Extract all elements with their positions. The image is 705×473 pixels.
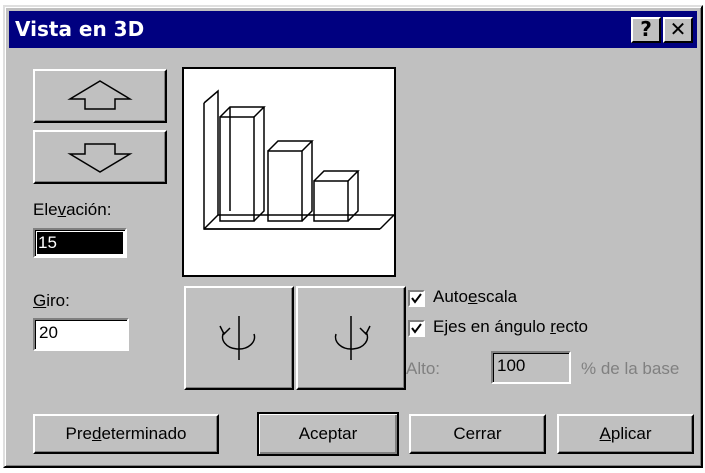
right-angle-axes-label: Ejes en ángulo recto [433,317,589,336]
height-label: Alto: [406,359,441,378]
elevation-value: 15 [37,233,58,253]
checkmark-icon [411,323,422,334]
right-angle-axes-checkbox[interactable] [408,320,425,337]
checkmark-icon [411,293,422,304]
dialog-title: Vista en 3D [15,17,145,41]
3d-chart-preview-illustration [203,89,394,230]
rotation-field[interactable]: 20 [33,318,129,351]
elevation-up-button[interactable] [33,69,167,123]
arrow-up-icon [67,80,133,110]
autoscale-label: Autoescala [433,287,518,306]
help-icon: ? [640,17,652,41]
title-bar: Vista en 3D ? ✕ [9,11,697,48]
chart-preview [182,67,396,277]
help-button[interactable]: ? [631,17,661,43]
autoscale-checkbox[interactable] [408,290,425,307]
ok-button-label: Aceptar [298,424,358,443]
dialog-window: Vista en 3D ? ✕ Elevación: 15 Giro: 20 A… [3,5,703,468]
rotation-label: Giro: [33,291,70,310]
close-button-label: Cerrar [453,424,502,443]
close-icon: ✕ [669,17,687,41]
rotate-right-icon [334,316,371,360]
rotate-right-button[interactable] [296,286,406,390]
height-unit-label: % de la base [581,359,680,378]
rotate-left-icon [219,316,256,360]
height-value: 100 [497,356,526,375]
rotation-value: 20 [39,323,58,342]
rotate-left-button[interactable] [184,286,294,390]
apply-button-label: Aplicar [599,424,652,443]
arrow-down-icon [67,143,133,173]
elevation-label: Elevación: [33,200,112,219]
close-window-button[interactable]: ✕ [663,17,693,43]
default-button[interactable]: Predeterminado [33,414,219,454]
elevation-down-button[interactable] [33,130,167,184]
elevation-field[interactable]: 15 [33,228,127,258]
ok-button[interactable]: Aceptar [257,412,399,456]
default-button-label: Predeterminado [65,424,187,443]
apply-button[interactable]: Aplicar [557,414,694,454]
height-field[interactable]: 100 [491,351,571,384]
close-button[interactable]: Cerrar [409,414,546,454]
